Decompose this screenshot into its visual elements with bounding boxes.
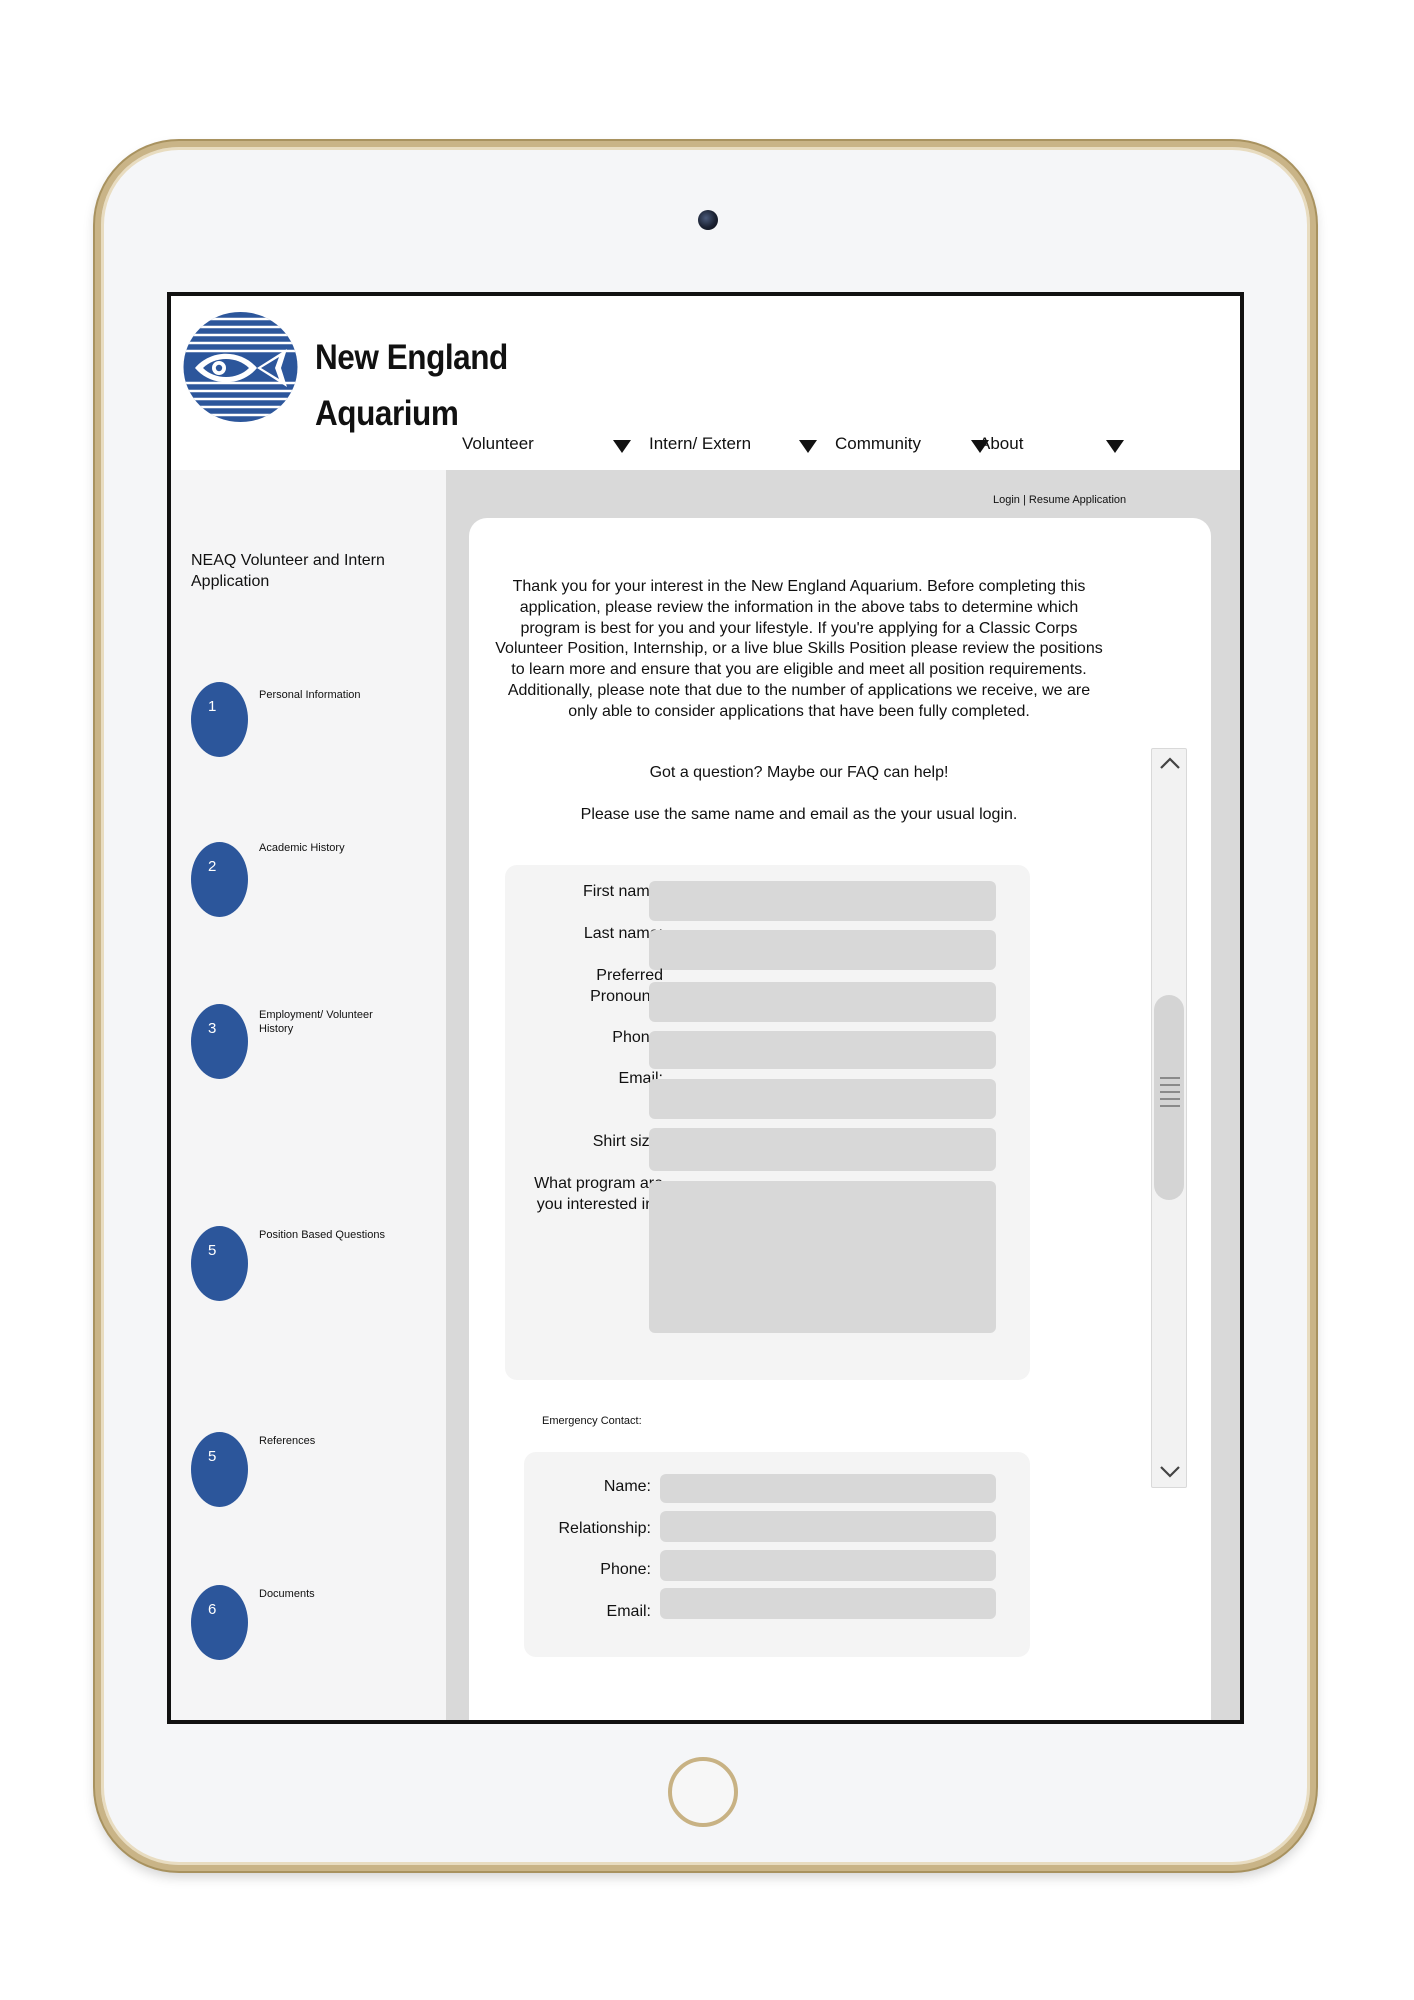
program-interest-label: What program are you interested in? xyxy=(461,1173,663,1215)
last-name-input[interactable] xyxy=(649,930,996,970)
step-1-circle[interactable]: 1 xyxy=(191,682,248,757)
nav-community[interactable]: Community xyxy=(835,434,921,454)
program-label-line-1: What program are xyxy=(534,1175,663,1192)
login-note: Please use the same name and email as th… xyxy=(580,806,1018,823)
brand-line-1: New England xyxy=(315,338,508,377)
phone-label: Phone: xyxy=(612,1029,663,1046)
step-6-label[interactable]: Documents xyxy=(259,1587,389,1601)
first-name-label: First name: xyxy=(582,883,663,900)
brand-name[interactable]: New England Aquarium xyxy=(315,330,508,442)
emergency-phone-label: Phone: xyxy=(600,1561,651,1578)
shirt-size-label: Shirt size: xyxy=(592,1133,663,1150)
nav-volunteer[interactable]: Volunteer xyxy=(462,434,534,454)
fish-logo-icon xyxy=(183,312,298,422)
emergency-contact-title: Emergency Contact: xyxy=(542,1415,642,1427)
login-link[interactable]: Login xyxy=(993,494,1020,506)
tablet-screen: New England Aquarium Volunteer Intern/ E… xyxy=(167,292,1244,1724)
camera-icon xyxy=(698,210,718,230)
triangle-down-icon[interactable] xyxy=(1106,440,1124,453)
program-interest-textarea[interactable] xyxy=(649,1181,996,1333)
step-3-label[interactable]: Employment/ Volunteer History xyxy=(259,1008,389,1036)
grip-line xyxy=(1160,1098,1180,1100)
step-4-circle[interactable]: 5 xyxy=(191,1226,248,1301)
nav-intern-extern[interactable]: Intern/ Extern xyxy=(649,434,751,454)
faq-text[interactable]: Got a question? Maybe our FAQ can help! xyxy=(493,764,1105,782)
grip-line xyxy=(1160,1084,1180,1086)
step-4-label[interactable]: Position Based Questions xyxy=(259,1228,389,1242)
grip-line xyxy=(1160,1077,1180,1079)
home-button[interactable] xyxy=(668,1757,738,1827)
step-3-circle[interactable]: 3 xyxy=(191,1004,248,1079)
emergency-name-label: Name: xyxy=(603,1478,651,1495)
intro-text: Thank you for your interest in the New E… xyxy=(495,578,1103,720)
emergency-email-input[interactable] xyxy=(660,1588,996,1619)
email-label: Email: xyxy=(618,1070,663,1087)
phone-input[interactable] xyxy=(649,1031,996,1069)
first-name-input[interactable] xyxy=(649,881,996,921)
link-separator: | xyxy=(1022,494,1026,506)
pronouns-label: Preferred Pronouns: xyxy=(461,965,663,1007)
pronouns-input[interactable] xyxy=(649,982,996,1022)
sidebar xyxy=(171,470,446,1720)
site-header: New England Aquarium Volunteer Intern/ E… xyxy=(171,296,1240,476)
emergency-name-input[interactable] xyxy=(660,1474,996,1503)
grip-line xyxy=(1160,1091,1180,1093)
last-name-label: Last name: xyxy=(583,925,663,942)
program-label-line-2: you interested in? xyxy=(536,1196,663,1213)
account-links: Login | Resume Application xyxy=(993,494,1126,506)
triangle-down-icon[interactable] xyxy=(613,440,631,453)
triangle-down-icon[interactable] xyxy=(799,440,817,453)
resume-application-link[interactable]: Resume Application xyxy=(1029,494,1126,506)
step-5-circle[interactable]: 5 xyxy=(191,1432,248,1507)
emergency-phone-input[interactable] xyxy=(660,1550,996,1581)
chevron-down-icon[interactable] xyxy=(1159,1465,1181,1479)
scrollbar[interactable] xyxy=(1151,748,1187,1488)
chevron-up-icon[interactable] xyxy=(1159,756,1181,770)
scrollbar-thumb[interactable] xyxy=(1154,995,1184,1200)
pronouns-label-line-1: Preferred xyxy=(596,967,663,984)
grip-line xyxy=(1160,1105,1180,1107)
step-6-circle[interactable]: 6 xyxy=(191,1585,248,1660)
emergency-relationship-input[interactable] xyxy=(660,1511,996,1542)
step-5-label[interactable]: References xyxy=(259,1434,389,1448)
step-2-circle[interactable]: 2 xyxy=(191,842,248,917)
pronouns-label-line-2: Pronouns: xyxy=(590,988,663,1005)
email-input[interactable] xyxy=(649,1079,996,1119)
step-1-label[interactable]: Personal Information xyxy=(259,688,389,702)
step-2-label[interactable]: Academic History xyxy=(259,841,389,855)
emergency-email-label: Email: xyxy=(606,1603,651,1620)
sidebar-title: NEAQ Volunteer and Intern Application xyxy=(191,552,385,590)
shirt-size-input[interactable] xyxy=(649,1128,996,1171)
nav-about[interactable]: About xyxy=(979,434,1023,454)
emergency-relationship-label: Relationship: xyxy=(558,1520,652,1537)
